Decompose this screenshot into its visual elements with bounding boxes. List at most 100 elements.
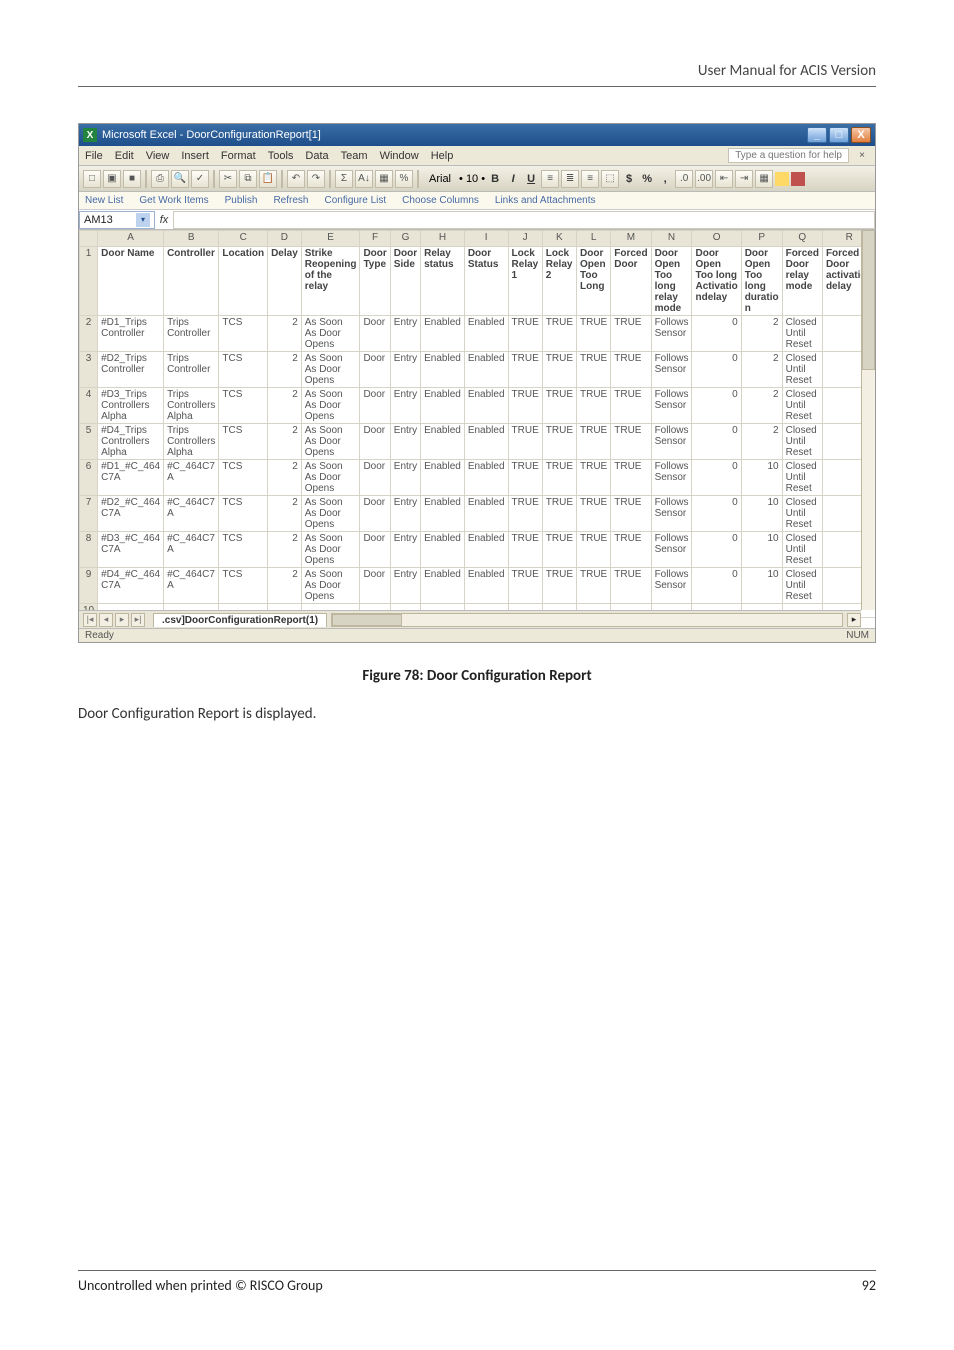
cell[interactable]: Door (360, 424, 390, 460)
cell[interactable]: TRUE (542, 352, 576, 388)
cell[interactable]: As Soon As Door Opens (301, 316, 360, 352)
col-header-H[interactable]: H (421, 231, 465, 247)
inc-decimal-icon[interactable]: .0 (675, 170, 693, 188)
cell[interactable]: 0 (692, 352, 741, 388)
cell[interactable]: Enabled (464, 568, 508, 604)
cell[interactable]: TCS (219, 316, 268, 352)
cell[interactable]: Follows Sensor (651, 496, 692, 532)
cell[interactable]: 2 (268, 316, 302, 352)
name-box[interactable]: AM13▾ (79, 211, 155, 229)
cell[interactable]: #D2_Trips Controller (98, 352, 164, 388)
row-header-2[interactable]: 2 (80, 316, 98, 352)
cell[interactable]: Enabled (464, 532, 508, 568)
align-center-icon[interactable]: ≣ (561, 170, 579, 188)
cell[interactable]: #D4_Trips Controllers Alpha (98, 424, 164, 460)
worksheet-grid[interactable]: ABCDEFGHIJKLMNOPQRS 1Door NameController… (79, 230, 875, 630)
col-header-A[interactable]: A (98, 231, 164, 247)
align-left-icon[interactable]: ≡ (541, 170, 559, 188)
preview-icon[interactable]: 🔍 (171, 170, 189, 188)
cell[interactable]: TRUE (577, 496, 611, 532)
cell[interactable]: Door (360, 388, 390, 424)
cell[interactable]: Enabled (421, 316, 465, 352)
cell[interactable]: 2 (268, 496, 302, 532)
cell[interactable]: Door (360, 460, 390, 496)
dec-indent-icon[interactable]: ⇤ (715, 170, 733, 188)
italic-button[interactable]: I (505, 171, 521, 187)
maximize-button[interactable]: □ (829, 127, 849, 143)
align-right-icon[interactable]: ≡ (581, 170, 599, 188)
tab-nav-first-icon[interactable]: |◂ (83, 613, 97, 627)
font-name[interactable]: Arial (429, 173, 451, 185)
copy-icon[interactable]: ⧉ (239, 170, 257, 188)
cell[interactable]: Entry (390, 496, 420, 532)
cell[interactable]: Entry (390, 352, 420, 388)
cell[interactable]: Closed Until Reset (782, 388, 822, 424)
col-header-K[interactable]: K (542, 231, 576, 247)
cell[interactable]: TRUE (542, 316, 576, 352)
col-header-L[interactable]: L (577, 231, 611, 247)
cell[interactable]: Door (360, 532, 390, 568)
merge-icon[interactable]: ⬚ (601, 170, 619, 188)
fx-icon[interactable]: fx (155, 214, 173, 226)
cell[interactable]: TCS (219, 496, 268, 532)
cell[interactable]: TRUE (508, 424, 542, 460)
cell[interactable]: TRUE (508, 352, 542, 388)
cell[interactable]: Enabled (421, 424, 465, 460)
menu-data[interactable]: Data (305, 150, 328, 162)
cell[interactable]: Enabled (464, 388, 508, 424)
link-refresh[interactable]: Refresh (273, 195, 308, 206)
cell[interactable]: 0 (692, 424, 741, 460)
col-header-E[interactable]: E (301, 231, 360, 247)
cell[interactable]: 10 (741, 460, 782, 496)
inc-indent-icon[interactable]: ⇥ (735, 170, 753, 188)
close-button[interactable]: X (851, 127, 871, 143)
chart-icon[interactable]: ▦ (375, 170, 393, 188)
cell[interactable]: TRUE (542, 388, 576, 424)
redo-icon[interactable]: ↷ (307, 170, 325, 188)
cell[interactable]: Door (360, 316, 390, 352)
cell[interactable]: Entry (390, 460, 420, 496)
cell[interactable]: TRUE (611, 424, 651, 460)
cell[interactable]: TCS (219, 460, 268, 496)
cell[interactable]: 2 (268, 568, 302, 604)
cell[interactable]: Enabled (464, 352, 508, 388)
cell[interactable]: TRUE (577, 460, 611, 496)
cell[interactable]: Closed Until Reset (782, 316, 822, 352)
sort-asc-icon[interactable]: A↓ (355, 170, 373, 188)
cell[interactable]: #D1_#C_464 C7A (98, 460, 164, 496)
cell[interactable]: Enabled (421, 568, 465, 604)
cell[interactable]: Door (360, 352, 390, 388)
cell[interactable]: Enabled (464, 496, 508, 532)
row-header-9[interactable]: 9 (80, 568, 98, 604)
cell[interactable]: TCS (219, 568, 268, 604)
cell[interactable]: As Soon As Door Opens (301, 352, 360, 388)
cell[interactable]: #C_464C7 A (164, 496, 219, 532)
cell[interactable]: Trips Controllers Alpha (164, 424, 219, 460)
autosum-icon[interactable]: Σ (335, 170, 353, 188)
cell[interactable]: As Soon As Door Opens (301, 424, 360, 460)
row-header-4[interactable]: 4 (80, 388, 98, 424)
cell[interactable]: Follows Sensor (651, 316, 692, 352)
name-box-dropdown-icon[interactable]: ▾ (136, 213, 150, 227)
cell[interactable]: 2 (741, 388, 782, 424)
cell[interactable]: Enabled (421, 496, 465, 532)
col-header-P[interactable]: P (741, 231, 782, 247)
link-choose-columns[interactable]: Choose Columns (402, 195, 479, 206)
cell[interactable]: #C_464C7 A (164, 460, 219, 496)
vertical-scrollbar[interactable] (861, 230, 875, 610)
cell[interactable]: Closed Until Reset (782, 532, 822, 568)
spellcheck-icon[interactable]: ✓ (191, 170, 209, 188)
cell[interactable]: TRUE (611, 352, 651, 388)
cell[interactable]: TRUE (508, 568, 542, 604)
cell[interactable]: #D1_Trips Controller (98, 316, 164, 352)
cell[interactable]: 0 (692, 496, 741, 532)
formula-input[interactable] (173, 211, 875, 229)
cell[interactable]: TRUE (577, 316, 611, 352)
cell[interactable]: #C_464C7 A (164, 532, 219, 568)
select-all-corner[interactable] (80, 231, 98, 247)
cell[interactable]: 10 (741, 568, 782, 604)
doc-close-icon[interactable]: × (855, 149, 869, 163)
cell[interactable]: Follows Sensor (651, 352, 692, 388)
col-header-B[interactable]: B (164, 231, 219, 247)
cell[interactable]: Entry (390, 568, 420, 604)
